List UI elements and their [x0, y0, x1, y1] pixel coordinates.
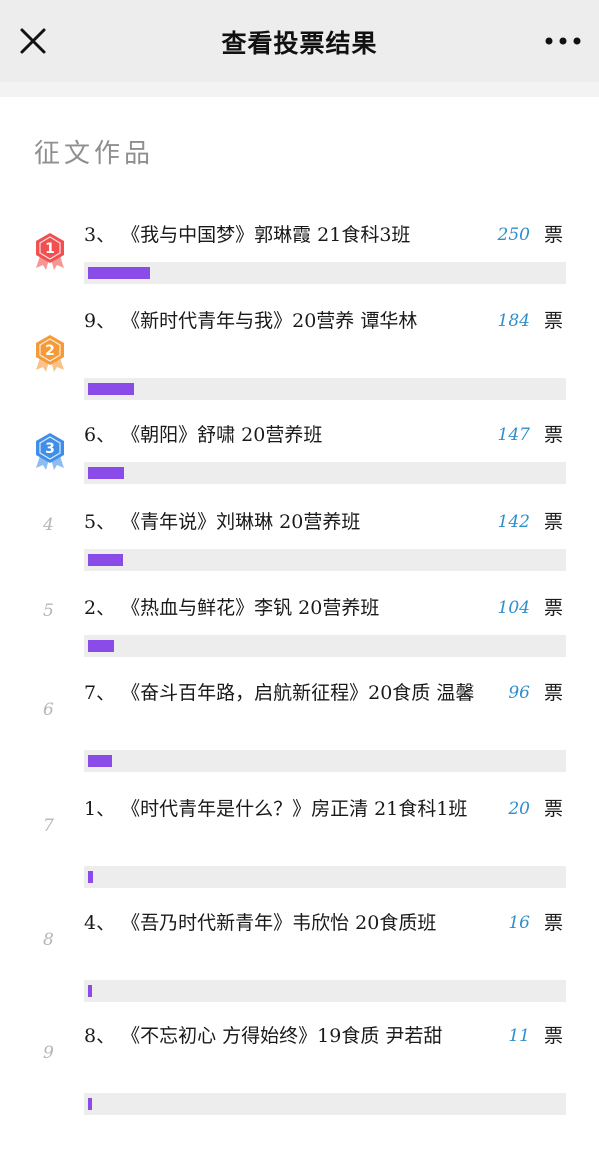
vote-bar-fill	[88, 871, 93, 883]
vote-bar-track	[84, 262, 566, 284]
entry-title: 6、 《朝阳》舒啸 20营养班	[84, 424, 323, 446]
vote-bar-track	[84, 549, 566, 571]
rank-medal-icon: 3	[36, 433, 64, 470]
vote-unit-label: 票	[544, 310, 564, 332]
more-icon	[545, 37, 581, 45]
vote-unit-label: 票	[544, 912, 564, 934]
rank-number: 6	[43, 700, 54, 720]
vote-bar-fill	[88, 467, 124, 479]
vote-bar-track	[84, 635, 566, 657]
rank-number: 7	[43, 816, 54, 836]
vote-count: 20	[508, 799, 530, 819]
vote-bar-fill	[88, 267, 150, 279]
rank-badge: 2	[33, 334, 67, 372]
more-button[interactable]	[541, 28, 585, 54]
top-bar: 查看投票结果	[0, 0, 599, 82]
rank-medal-icon: 1	[36, 233, 64, 270]
entry-title: 7、 《奋斗百年路，启航新征程》20食质 温馨	[84, 682, 475, 704]
vote-unit-label: 票	[544, 511, 564, 533]
vote-count: 184	[497, 311, 530, 331]
vote-bar-fill	[88, 755, 112, 767]
section-title: 征文作品	[34, 139, 155, 169]
header-divider	[0, 82, 599, 97]
svg-text:2: 2	[45, 343, 55, 359]
vote-bar-track	[84, 1093, 566, 1115]
vote-unit-label: 票	[544, 1025, 564, 1047]
vote-unit-label: 票	[544, 424, 564, 446]
svg-text:3: 3	[45, 441, 55, 457]
vote-count: 11	[508, 1026, 530, 1046]
rank-badge: 3	[33, 432, 67, 470]
vote-count: 147	[497, 425, 530, 445]
rank-number: 8	[43, 930, 54, 950]
vote-count: 96	[508, 683, 530, 703]
vote-bar-fill	[88, 554, 123, 566]
entry-title: 3、 《我与中国梦》郭琳霞 21食科3班	[84, 224, 411, 246]
vote-bar-fill	[88, 640, 114, 652]
vote-bar-track	[84, 980, 566, 1002]
vote-bar-track	[84, 378, 566, 400]
entry-title: 2、 《热血与鲜花》李钒 20营养班	[84, 597, 380, 619]
entry-title: 4、 《吾乃时代新青年》韦欣怡 20食质班	[84, 912, 437, 934]
vote-unit-label: 票	[544, 597, 564, 619]
entry-title: 5、 《青年说》刘琳琳 20营养班	[84, 511, 361, 533]
vote-count: 250	[497, 225, 530, 245]
rank-medal-icon: 2	[36, 335, 64, 372]
vote-bar-track	[84, 750, 566, 772]
vote-bar-fill	[88, 985, 92, 997]
rank-number: 5	[43, 601, 54, 621]
rank-number: 9	[43, 1043, 54, 1063]
rank-number: 4	[43, 515, 54, 535]
vote-unit-label: 票	[544, 798, 564, 820]
entry-title: 1、 《时代青年是什么？》房正清 21食科1班	[84, 798, 468, 820]
vote-count: 104	[497, 598, 530, 618]
vote-bar-track	[84, 462, 566, 484]
vote-unit-label: 票	[544, 682, 564, 704]
entry-title: 9、 《新时代青年与我》20营养 谭华林	[84, 310, 418, 332]
rank-badge: 1	[33, 232, 67, 270]
vote-count: 16	[508, 913, 530, 933]
vote-unit-label: 票	[544, 224, 564, 246]
vote-bar-fill	[88, 1098, 92, 1110]
svg-text:1: 1	[45, 241, 55, 257]
vote-count: 142	[497, 512, 530, 532]
page-title: 查看投票结果	[221, 29, 378, 58]
vote-bar-fill	[88, 383, 134, 395]
vote-bar-track	[84, 866, 566, 888]
entry-title: 8、 《不忘初心 方得始终》19食质 尹若甜	[84, 1025, 443, 1047]
